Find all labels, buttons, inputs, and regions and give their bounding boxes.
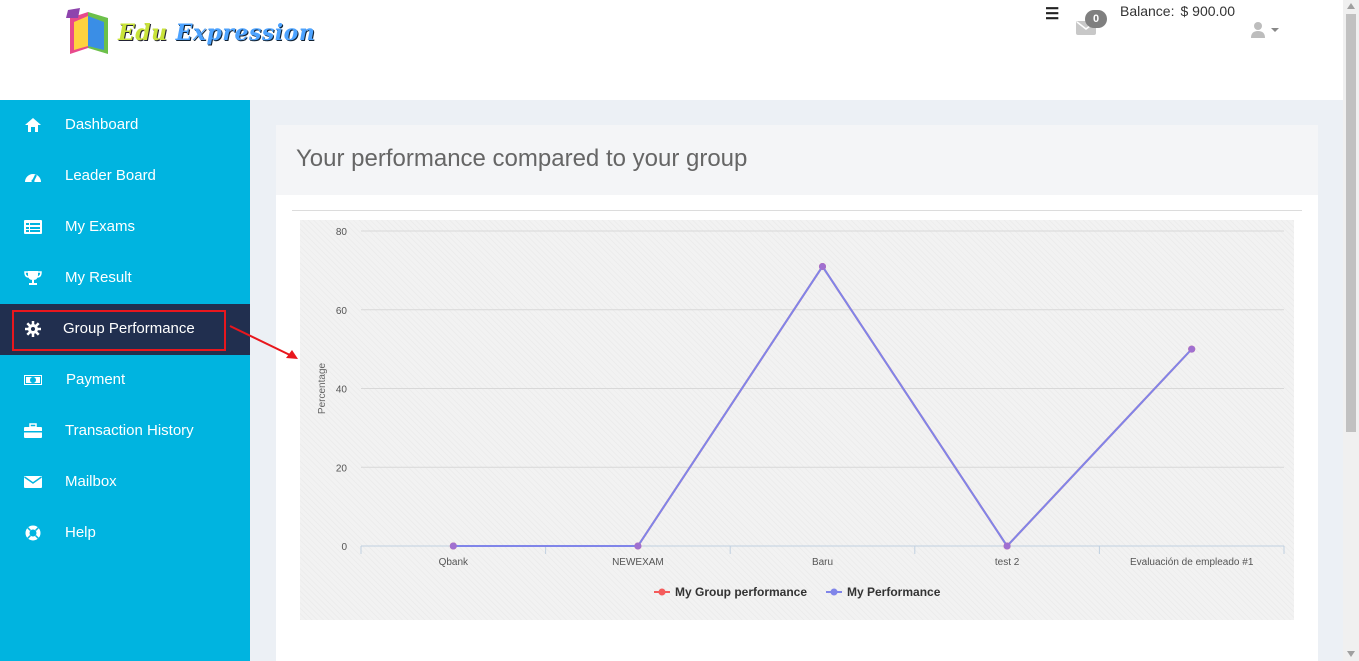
sidebar-item-help[interactable]: Help	[0, 508, 250, 559]
trophy-icon	[24, 271, 42, 285]
sidebar-item-my-result[interactable]: My Result	[0, 253, 250, 304]
x-tick-label: test 2	[995, 557, 1020, 568]
balance-display: Balance: $ 900.00	[1114, 3, 1235, 19]
sidebar-item-group-performance[interactable]: Group Performance	[0, 304, 250, 355]
life-ring-icon	[25, 525, 41, 541]
series-line	[453, 264, 1193, 548]
data-point	[634, 542, 642, 550]
sidebar: Dashboard Leader Board My Exams My Resul…	[0, 100, 250, 661]
y-tick-label: 0	[341, 542, 347, 553]
envelope-icon	[24, 476, 42, 488]
sidebar-item-label: Dashboard	[65, 116, 139, 133]
legend-item: My Group performance	[675, 585, 807, 599]
divider	[292, 210, 1302, 211]
x-tick-label: NEWEXAM	[612, 557, 664, 568]
logo[interactable]: Edu Expression	[66, 8, 316, 58]
logo-word-edu: Edu	[118, 20, 168, 46]
y-tick-label: 20	[336, 463, 348, 474]
data-point	[1188, 345, 1196, 353]
series-line	[453, 264, 1193, 548]
scrollbar-thumb[interactable]	[1346, 14, 1356, 432]
sidebar-item-label: Payment	[66, 371, 126, 388]
sidebar-item-label: My Exams	[65, 218, 136, 235]
logo-word-expression: Expression	[175, 20, 316, 46]
sidebar-item-label: Leader Board	[65, 167, 156, 184]
home-icon	[25, 118, 41, 132]
balance-value: $ 900.00	[1180, 3, 1235, 19]
sidebar-item-label: My Result	[65, 269, 132, 286]
book-logo-icon	[66, 8, 108, 54]
sidebar-item-label: Mailbox	[65, 473, 117, 490]
top-header: Edu Expression ☰ 0 Balance: $ 900.00	[0, 0, 1343, 100]
mail-count-badge: 0	[1085, 10, 1107, 28]
sidebar-item-payment[interactable]: Payment	[0, 355, 250, 406]
data-point	[1003, 542, 1011, 550]
sidebar-item-leader-board[interactable]: Leader Board	[0, 151, 250, 202]
x-tick-label: Evaluación de empleado #1	[1130, 557, 1254, 568]
legend-swatch-marker	[658, 588, 666, 596]
hamburger-icon[interactable]: ☰	[1045, 4, 1059, 24]
sidebar-item-label: Group Performance	[63, 320, 195, 337]
performance-panel: Your performance compared to your group …	[276, 125, 1318, 661]
logo-text: Edu Expression	[118, 20, 315, 46]
money-icon	[24, 375, 42, 385]
panel-header: Your performance compared to your group	[276, 125, 1318, 195]
x-tick-label: Qbank	[439, 557, 469, 568]
annotation-arrow-icon	[229, 325, 298, 359]
y-tick-label: 80	[336, 227, 348, 238]
briefcase-icon	[24, 423, 42, 438]
sidebar-item-label: Help	[65, 524, 96, 541]
sidebar-item-mailbox[interactable]: Mailbox	[0, 457, 250, 508]
dashboard-icon	[25, 174, 41, 183]
user-icon[interactable]	[1250, 20, 1282, 40]
scroll-up-icon[interactable]	[1347, 3, 1355, 9]
performance-chart: 0 20 40 60 80 Qbank NEWEXAM Baru test 2 Evaluació…	[300, 220, 1294, 620]
sidebar-item-dashboard[interactable]: Dashboard	[0, 100, 250, 151]
x-tick-label: Baru	[812, 557, 833, 568]
scroll-down-icon[interactable]	[1347, 651, 1355, 657]
chart-svg: 0 20 40 60 80 Qbank NEWEXAM Baru test 2 Evaluació…	[317, 227, 1285, 599]
chevron-down-icon	[1271, 28, 1279, 32]
y-tick-label: 60	[336, 306, 348, 317]
main-content: Your performance compared to your group …	[250, 100, 1343, 661]
data-point	[819, 262, 826, 270]
data-point	[449, 542, 457, 550]
balance-label: Balance:	[1120, 3, 1175, 19]
y-axis-title: Percentage	[317, 362, 328, 414]
legend-swatch-marker	[830, 588, 838, 596]
list-icon	[24, 220, 42, 234]
gear-icon	[25, 321, 41, 337]
page-title: Your performance compared to your group	[296, 145, 748, 172]
legend-item: My Performance	[847, 585, 941, 599]
y-tick-label: 40	[336, 385, 348, 396]
sidebar-item-transaction-history[interactable]: Transaction History	[0, 406, 250, 457]
sidebar-item-label: Transaction History	[65, 422, 194, 439]
sidebar-item-my-exams[interactable]: My Exams	[0, 202, 250, 253]
